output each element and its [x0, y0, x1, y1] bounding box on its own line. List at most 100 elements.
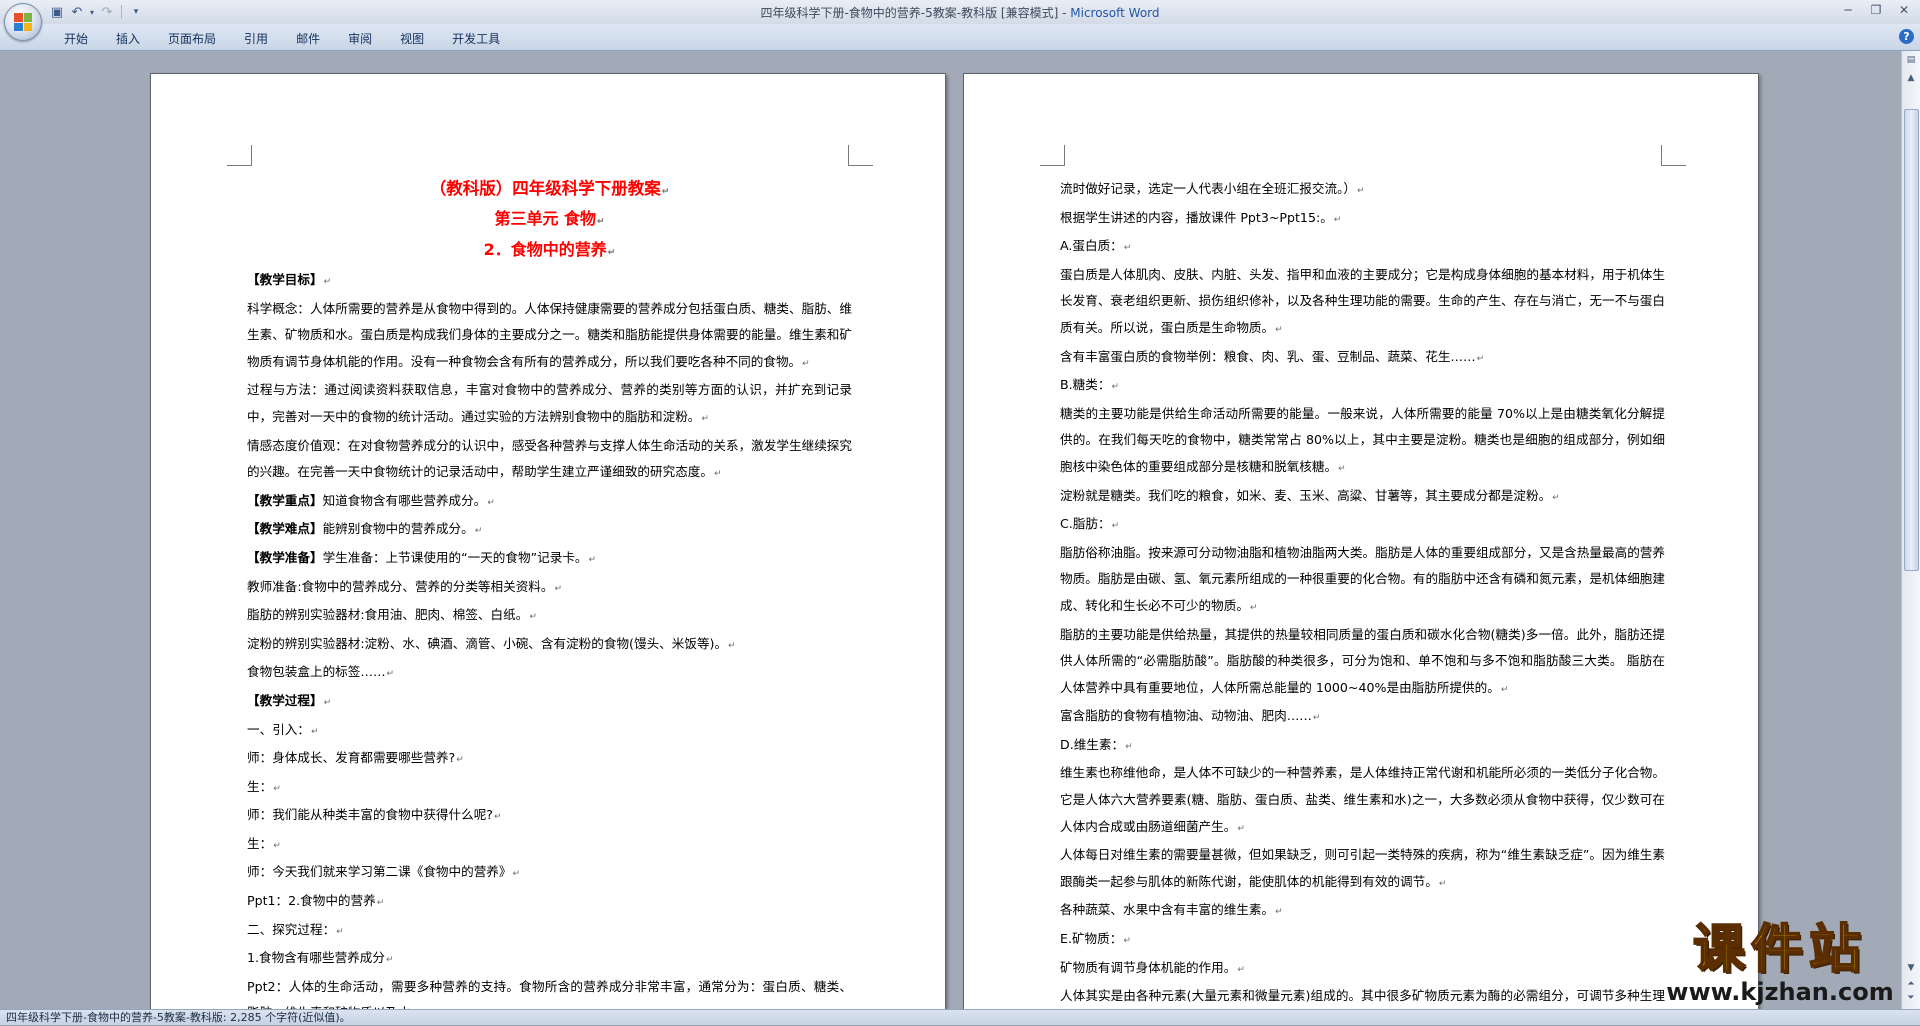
paragraph-mark-icon: ↵ [1275, 324, 1283, 335]
document-area: （教科版）四年级科学下册教案↵ 第三单元 食物↵ 2．食物中的营养↵ 【教学目标… [0, 51, 1902, 1009]
document-page-1[interactable]: （教科版）四年级科学下册教案↵ 第三单元 食物↵ 2．食物中的营养↵ 【教学目标… [150, 73, 946, 1009]
restore-icon[interactable]: ❐ [1862, 0, 1890, 20]
paragraph: 师：我们能从种类丰富的食物中获得什么呢?↵ [247, 802, 852, 831]
section-heading: 【教学难点】 [247, 521, 323, 537]
margin-corner-mark [1661, 145, 1686, 166]
paragraph-mark-icon: ↵ [1123, 243, 1132, 254]
minimize-icon[interactable]: ─ [1834, 0, 1862, 20]
paragraph-text: 情感态度价值观：在对食物营养成分的认识中，感受各种营养与支撑人体生命活动的关系，… [247, 437, 852, 480]
watermark-url: www.kjzhan.com [1666, 978, 1894, 1006]
paragraph-mark-icon: ↵ [1333, 214, 1342, 225]
paragraph: 含有丰富蛋白质的食物举例：粮食、肉、乳、蛋、豆制品、蔬菜、花生……↵ [1060, 344, 1665, 373]
page-1-content[interactable]: （教科版）四年级科学下册教案↵ 第三单元 食物↵ 2．食物中的营养↵ 【教学目标… [247, 176, 852, 1009]
paragraph-text: E.矿物质： [1060, 931, 1123, 947]
paragraph: B.糖类：↵ [1060, 372, 1665, 401]
tab-developer[interactable]: 开发工具 [438, 28, 514, 49]
paragraph: Ppt1：2.食物中的营养↵ [247, 888, 852, 917]
paragraph: 人体其实是由各种元素(大量元素和微量元素)组成的。其中很多矿物质元素为酶的必需组… [1060, 983, 1665, 1009]
paragraph-mark-icon: ↵ [1552, 492, 1560, 503]
close-icon[interactable]: ✕ [1890, 0, 1918, 20]
tab-insert[interactable]: 插入 [102, 28, 154, 49]
tab-view[interactable]: 视图 [386, 28, 438, 49]
paragraph-text: 富含脂肪的食物有植物油、动物油、肥肉…… [1060, 708, 1312, 724]
paragraph-text: 淀粉的辨别实验器材:淀粉、水、碘酒、滴管、小碗、含有淀粉的食物(馒头、米饭等)。 [247, 635, 728, 651]
paragraph: 脂肪俗称油脂。按来源可分动物油脂和植物油脂两大类。脂肪是人体的重要组成部分，又是… [1060, 540, 1665, 622]
paragraph: 科学概念：人体所需要的营养是从食物中得到的。人体保持健康需要的营养成分包括蛋白质… [247, 296, 852, 378]
paragraph-text: 知道食物含有哪些营养成分。 [322, 492, 487, 508]
paragraph-mark-icon: ↵ [1123, 936, 1131, 947]
paragraph-mark-icon: ↵ [1438, 878, 1447, 889]
paragraph-mark-icon: ↵ [529, 612, 537, 623]
site-watermark: 课件站 www.kjzhan.com [1660, 919, 1900, 1006]
paragraph: 淀粉的辨别实验器材:淀粉、水、碘酒、滴管、小碗、含有淀粉的食物(馒头、米饭等)。… [247, 631, 852, 660]
tab-references[interactable]: 引用 [230, 28, 282, 49]
paragraph-text: 蛋白质是人体肌肉、皮肤、内脏、头发、指甲和血液的主要成分；它是构成身体细胞的基本… [1060, 266, 1665, 335]
paragraph: 师：身体成长、发育都需要哪些营养?↵ [247, 745, 852, 774]
title-bar: ▣ ↶ ▾ ↷ ▾ 四年级科学下册-食物中的营养-5教案-教科版 [兼容模式] … [0, 0, 1920, 24]
paragraph-text: Ppt2：人体的生命活动，需要多种营养的支持。食物所含的营养成分非常丰富，通常分… [247, 978, 852, 1009]
scroll-down-icon[interactable]: ▼ [1904, 961, 1918, 975]
paragraph: E.矿物质：↵ [1060, 926, 1665, 955]
section-heading: 【教学准备】 [247, 549, 323, 565]
paragraph-text: 学生准备：上节课使用的“一天的食物”记录卡。 [322, 549, 588, 565]
paragraph-mark-icon: ↵ [386, 669, 395, 680]
title-separator: - [1058, 6, 1071, 20]
paragraph-mark-icon: ↵ [1249, 602, 1258, 613]
app-name: Microsoft Word [1070, 6, 1160, 20]
tab-home[interactable]: 开始 [50, 28, 102, 49]
paragraph: 维生素也称维他命，是人体不可缺少的一种营养素，是人体维持正常代谢和机能所必须的一… [1060, 760, 1665, 842]
paragraph-mark-icon: ↵ [1111, 382, 1119, 393]
paragraph-mark-icon: ↵ [1237, 964, 1245, 975]
paragraph: 【教学准备】学生准备：上节课使用的“一天的食物”记录卡。↵ [247, 545, 852, 574]
paragraph: 二、探究过程：↵ [247, 917, 852, 946]
paragraph-text: C.脂肪： [1060, 516, 1111, 532]
ruler-toggle-icon[interactable]: ▤ [1904, 53, 1918, 67]
paragraph-mark-icon: ↵ [474, 526, 483, 537]
paragraph: 生：↵ [247, 774, 852, 803]
paragraph-text: B.糖类： [1060, 377, 1111, 393]
paragraph: C.脂肪：↵ [1060, 511, 1665, 540]
paragraph: 生：↵ [247, 831, 852, 860]
paragraph: 【教学目标】↵ [247, 267, 852, 296]
paragraph-mark-icon: ↵ [1338, 463, 1346, 474]
paragraph-text: 各种蔬菜、水果中含有丰富的维生素。 [1060, 902, 1275, 918]
paragraph: 1.食物含有哪些营养成分↵ [247, 945, 852, 974]
section-heading: 【教学重点】 [247, 492, 323, 508]
paragraph-mark-icon: ↵ [1125, 741, 1133, 752]
page-2-content[interactable]: 流时做好记录，选定一人代表小组在全班汇报交流。）↵ 根据学生讲述的内容，播放课件… [1060, 176, 1665, 1009]
paragraph: 食物包装盒上的标签……↵ [247, 659, 852, 688]
vertical-scrollbar[interactable]: ▤ ▲ ▼ ⏶ ⏷ [1901, 51, 1920, 1009]
paragraph: 蛋白质是人体肌肉、皮肤、内脏、头发、指甲和血液的主要成分；它是构成身体细胞的基本… [1060, 262, 1665, 344]
paragraph: 流时做好记录，选定一人代表小组在全班汇报交流。）↵ [1060, 176, 1665, 205]
document-page-2[interactable]: 流时做好记录，选定一人代表小组在全班汇报交流。）↵ 根据学生讲述的内容，播放课件… [963, 73, 1759, 1009]
paragraph: 一、引入：↵ [247, 717, 852, 746]
paragraph-mark-icon: ↵ [1237, 823, 1245, 834]
paragraph: 糖类的主要功能是供给生命活动所需要的能量。一般来说，人体所需要的能量 70%以上… [1060, 401, 1665, 483]
paragraph-text: 含有丰富蛋白质的食物举例：粮食、肉、乳、蛋、豆制品、蔬菜、花生…… [1060, 348, 1476, 364]
tab-review[interactable]: 审阅 [334, 28, 386, 49]
paragraph-text: 根据学生讲述的内容，播放课件 Ppt3~Ppt15:。 [1060, 209, 1333, 225]
paragraph: 【教学难点】能辨别食物中的营养成分。↵ [247, 516, 852, 545]
paragraph-mark-icon: ↵ [376, 898, 385, 909]
paragraph-mark-icon: ↵ [456, 755, 464, 766]
paragraph-mark-icon: ↵ [701, 413, 709, 424]
scroll-up-icon[interactable]: ▲ [1904, 71, 1918, 85]
paragraph-mark-icon: ↵ [802, 358, 810, 369]
tab-mailings[interactable]: 邮件 [282, 28, 334, 49]
help-icon[interactable]: ? [1899, 29, 1914, 44]
office-button[interactable] [4, 3, 42, 41]
paragraph-mark-icon: ↵ [554, 583, 563, 594]
paragraph: A.蛋白质：↵ [1060, 233, 1665, 262]
previous-page-icon[interactable]: ⏶ [1904, 977, 1918, 991]
paragraph-mark-icon: ↵ [728, 640, 736, 651]
next-page-icon[interactable]: ⏷ [1904, 991, 1918, 1005]
paragraph-text: 脂肪俗称油脂。按来源可分动物油脂和植物油脂两大类。脂肪是人体的重要组成部分，又是… [1060, 544, 1665, 613]
scrollbar-thumb[interactable] [1904, 109, 1919, 571]
window-title: 四年级科学下册-食物中的营养-5教案-教科版 [兼容模式] - Microsof… [0, 4, 1920, 21]
margin-corner-mark [1040, 145, 1065, 166]
margin-corner-mark [848, 145, 873, 166]
tab-page-layout[interactable]: 页面布局 [154, 28, 230, 49]
paragraph-mark-icon: ↵ [323, 697, 332, 708]
paragraph-text: 食物包装盒上的标签…… [247, 664, 386, 680]
paragraph: 矿物质有调节身体机能的作用。↵ [1060, 955, 1665, 984]
